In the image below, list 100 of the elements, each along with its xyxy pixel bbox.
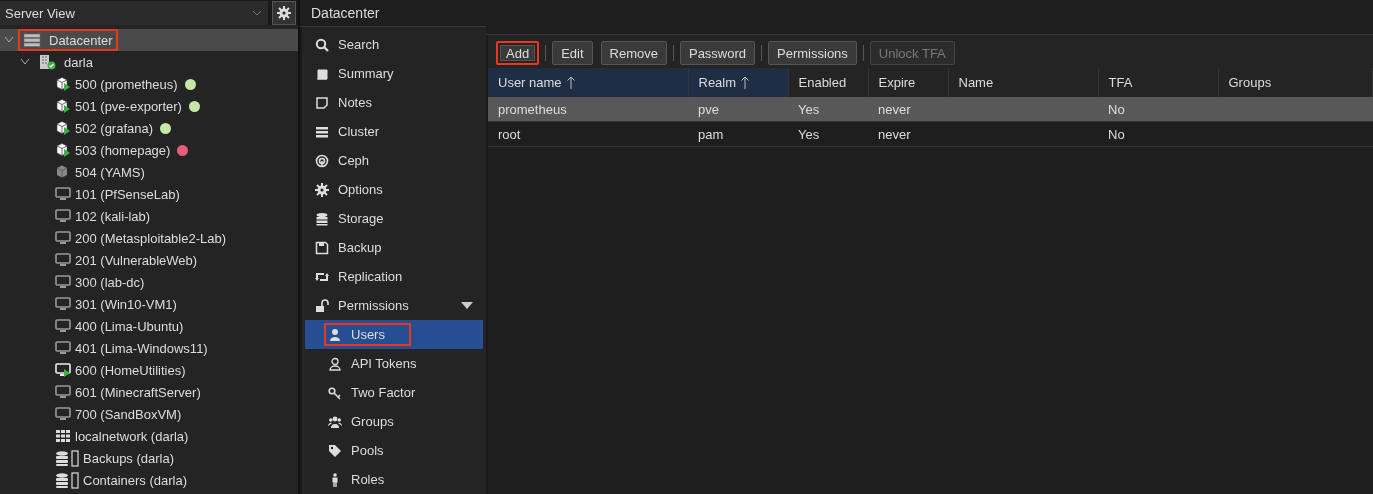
settings-icon: [277, 6, 291, 20]
tree-item-label: Containers (darla): [83, 472, 188, 488]
tree-item[interactable]: localnetwork (darla): [0, 425, 298, 447]
tree-item-label: Datacenter: [49, 32, 113, 48]
tree-item[interactable]: 502 (grafana): [0, 117, 298, 139]
database-with-frame-icon: [55, 471, 79, 489]
column-header[interactable]: Groups: [1218, 68, 1373, 97]
toolbar-button[interactable]: Edit: [552, 41, 593, 65]
panel-title: Datacenter: [300, 0, 486, 27]
column-header[interactable]: TFA: [1098, 68, 1218, 97]
view-selector[interactable]: Server View: [0, 1, 268, 25]
user-outline-icon: [328, 356, 342, 371]
nav-item[interactable]: Users: [305, 320, 483, 349]
nav-item[interactable]: Backup: [305, 233, 483, 262]
chevron-down-icon: [252, 10, 262, 16]
tree-item-label: 200 (Metasploitable2-Lab): [75, 230, 227, 246]
tree-item-label: 700 (SandBoxVM): [75, 406, 182, 422]
database-icon: [315, 211, 329, 226]
tree-item[interactable]: 200 (Metasploitable2-Lab): [0, 227, 298, 249]
cube-with-play-icon: [55, 120, 71, 136]
tree-item[interactable]: 500 (prometheus): [0, 73, 298, 95]
toolbar-button[interactable]: Remove: [600, 41, 667, 65]
tree-item-label: localnetwork (darla): [75, 428, 189, 444]
tree-item[interactable]: Containers (darla): [0, 469, 298, 491]
nav-item[interactable]: Search: [305, 30, 483, 59]
column-header[interactable]: Enabled: [788, 68, 868, 97]
tree-item[interactable]: 102 (kali-lab): [0, 205, 298, 227]
nav-item[interactable]: API Tokens: [305, 349, 483, 378]
nav-item[interactable]: Replication: [305, 262, 483, 291]
monitor-icon: [55, 252, 71, 268]
tree-item[interactable]: 301 (Win10-VM1): [0, 293, 298, 315]
monitor-icon: [55, 230, 71, 246]
column-header[interactable]: Name: [948, 68, 1098, 97]
table-cell: never: [868, 97, 948, 122]
note-icon: [315, 95, 329, 110]
tree-item[interactable]: 101 (PfSenseLab): [0, 183, 298, 205]
monitor-icon: [55, 296, 71, 312]
server-icon: [315, 124, 329, 139]
tree-item-label: 502 (grafana): [75, 120, 154, 136]
tree-item[interactable]: 503 (homepage): [0, 139, 298, 161]
nav-item[interactable]: Pools: [305, 436, 483, 465]
column-header[interactable]: User name: [488, 68, 688, 97]
toolbar-button[interactable]: Permissions: [768, 41, 857, 65]
key-icon: [328, 385, 342, 400]
monitor-icon: [55, 340, 71, 356]
monitor-icon: [55, 186, 71, 202]
tree-item-label: 501 (pve-exporter): [75, 98, 182, 114]
tree-item[interactable]: 601 (MinecraftServer): [0, 381, 298, 403]
nav-item[interactable]: Summary: [305, 59, 483, 88]
table-cell: No: [1098, 121, 1218, 147]
toolbar-button[interactable]: Add: [496, 41, 540, 65]
tree-item-label: 503 (homepage): [75, 142, 171, 158]
tree-item-label: 401 (Lima-Windows11): [75, 340, 208, 356]
tree-item-label: darla: [64, 54, 93, 70]
table-cell: root: [488, 121, 688, 147]
tree-item[interactable]: 700 (SandBoxVM): [0, 403, 298, 425]
tree-item[interactable]: 400 (Lima-Ubuntu): [0, 315, 298, 337]
nav-item[interactable]: Options: [305, 175, 483, 204]
tree-item[interactable]: 300 (lab-dc): [0, 271, 298, 293]
tree-item[interactable]: Datacenter: [0, 29, 298, 51]
table-cell: Yes: [788, 121, 868, 147]
tree-item[interactable]: darla: [0, 51, 298, 73]
table-cell: prometheus: [488, 97, 688, 122]
tree-item-label: 201 (VulnerableWeb): [75, 252, 198, 268]
ring-icon: [315, 153, 329, 168]
database-with-frame-icon: [55, 449, 79, 467]
nav-item[interactable]: Notes: [305, 88, 483, 117]
tree-item-label: 300 (lab-dc): [75, 274, 145, 290]
nav-item[interactable]: Two Factor: [305, 378, 483, 407]
tree-item-label: 504 (YAMS): [75, 164, 145, 180]
nav-item[interactable]: Storage: [305, 204, 483, 233]
tag-icon: [328, 443, 342, 458]
tree-item[interactable]: 600 (HomeUtilities): [0, 359, 298, 381]
tree-item[interactable]: 201 (VulnerableWeb): [0, 249, 298, 271]
column-header[interactable]: Expire: [868, 68, 948, 97]
tree-item[interactable]: 401 (Lima-Windows11): [0, 337, 298, 359]
table-cell: never: [868, 121, 948, 147]
users-icon: [328, 414, 342, 429]
nav-item[interactable]: Permissions: [305, 291, 483, 320]
tree-item[interactable]: 504 (YAMS): [0, 161, 298, 183]
table-cell: pve: [688, 97, 788, 122]
tree-item-label: 102 (kali-lab): [75, 208, 151, 224]
tree-item[interactable]: 501 (pve-exporter): [0, 95, 298, 117]
sort-ascending-icon: [741, 76, 750, 89]
cube-with-play-icon: [55, 76, 71, 92]
monitor-icon: [55, 384, 71, 400]
column-header[interactable]: Realm: [688, 68, 788, 97]
monitor-icon: [55, 208, 71, 224]
nav-item[interactable]: Groups: [305, 407, 483, 436]
table-cell: Yes: [788, 97, 868, 122]
nav-item[interactable]: Cluster: [305, 117, 483, 146]
toolbar-button[interactable]: Password: [679, 41, 756, 65]
grid-icon: [55, 428, 71, 444]
monitor-icon: [55, 274, 71, 290]
settings-button[interactable]: [272, 1, 296, 25]
tree-item-label: 600 (HomeUtilities): [75, 362, 186, 378]
building-with-check-icon: [39, 54, 56, 70]
nav-item[interactable]: Roles: [305, 465, 483, 494]
tree-item[interactable]: Backups (darla): [0, 447, 298, 469]
nav-item[interactable]: Ceph: [305, 146, 483, 175]
